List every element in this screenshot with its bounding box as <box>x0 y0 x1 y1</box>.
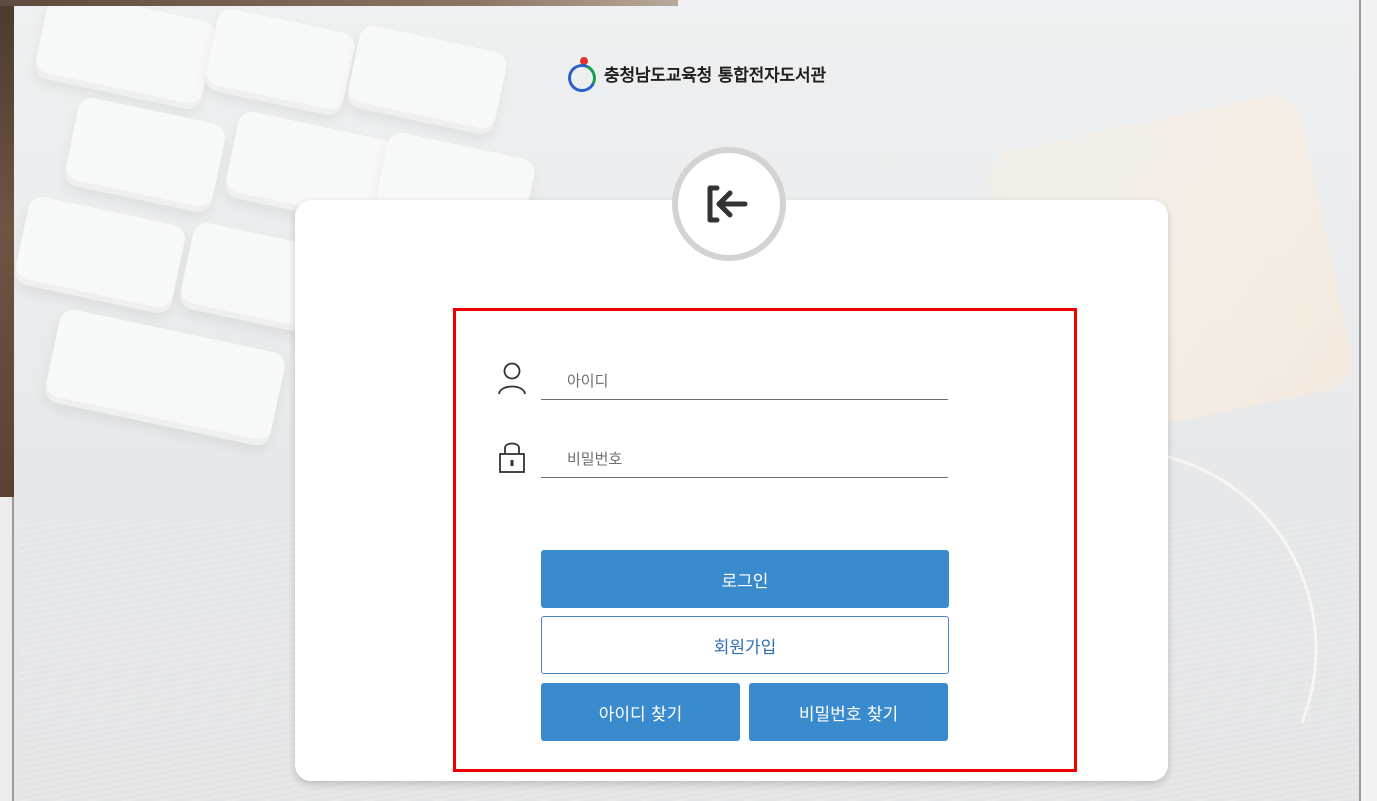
keyboard-key <box>32 0 218 112</box>
username-input[interactable] <box>541 362 948 400</box>
left-frame <box>0 497 14 801</box>
keyboard-key <box>12 194 188 316</box>
find-id-button[interactable]: 아이디 찾기 <box>541 683 740 741</box>
keyboard-key <box>62 95 228 215</box>
login-arrow-icon <box>672 147 786 261</box>
username-row <box>496 358 948 406</box>
keyboard-key <box>202 6 358 118</box>
login-button[interactable]: 로그인 <box>541 550 949 608</box>
user-icon <box>496 358 528 398</box>
logo-icon <box>564 56 600 96</box>
keyboard-key <box>42 307 288 448</box>
find-password-button[interactable]: 비밀번호 찾기 <box>749 683 948 741</box>
background-window-edge <box>0 0 14 497</box>
signup-button[interactable]: 회원가입 <box>541 616 949 674</box>
keyboard-key <box>344 23 510 137</box>
right-frame <box>1359 0 1377 801</box>
password-row <box>496 436 948 484</box>
lock-icon <box>496 436 528 476</box>
site-title: 충청남도교육청 통합전자도서관 <box>604 65 826 86</box>
site-logo[interactable]: 충청남도교육청 통합전자도서관 <box>564 56 826 96</box>
password-input[interactable] <box>541 440 948 478</box>
background-window-topbar <box>0 0 678 6</box>
